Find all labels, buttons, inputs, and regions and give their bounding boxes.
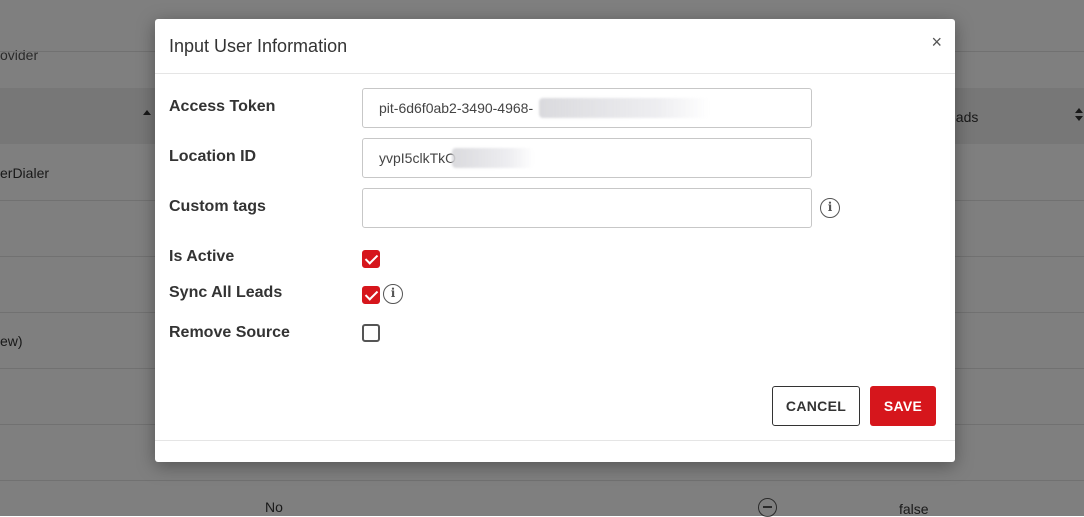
remove-source-checkbox[interactable] (362, 324, 380, 342)
info-icon[interactable]: i (820, 198, 840, 218)
save-button[interactable]: SAVE (870, 386, 936, 426)
sync-all-leads-label: Sync All Leads (169, 284, 283, 301)
is-active-label: Is Active (169, 248, 235, 265)
custom-tags-input[interactable] (362, 188, 812, 228)
modal-header: Input User Information × (155, 19, 955, 74)
input-user-information-dialog: Input User Information × Access Token Lo… (155, 19, 955, 462)
remove-source-label: Remove Source (169, 324, 290, 341)
info-icon[interactable]: i (383, 284, 403, 304)
custom-tags-label: Custom tags (169, 198, 266, 215)
is-active-checkbox[interactable] (362, 250, 380, 268)
access-token-label: Access Token (169, 98, 276, 115)
close-icon[interactable]: × (931, 33, 942, 51)
sync-all-leads-checkbox[interactable] (362, 286, 380, 304)
location-id-label: Location ID (169, 148, 257, 165)
modal-footer-divider (155, 440, 955, 441)
redacted-text-blur (539, 98, 709, 118)
redacted-text-blur (452, 148, 534, 168)
location-id-input[interactable] (362, 138, 812, 178)
modal-title: Input User Information (169, 36, 348, 56)
cancel-button[interactable]: CANCEL (772, 386, 860, 426)
